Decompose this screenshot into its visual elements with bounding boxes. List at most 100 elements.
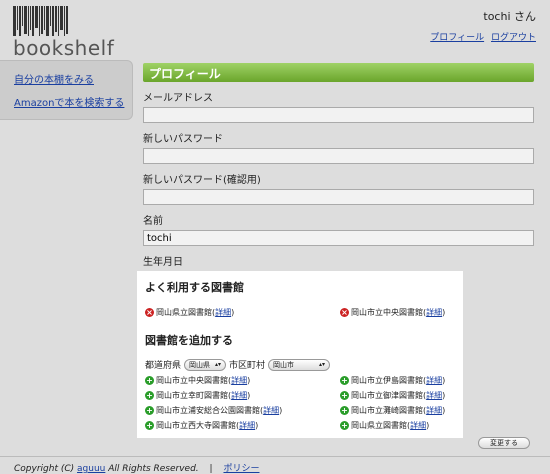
remove-icon[interactable]: × bbox=[145, 308, 154, 317]
library-name: 岡山市立中央図書館 bbox=[156, 376, 228, 385]
logout-link[interactable]: ログアウト bbox=[491, 33, 536, 43]
author-link[interactable]: aguuu bbox=[77, 464, 105, 474]
list-item: + 岡山市立浦安総合公園図書館(詳細) bbox=[145, 405, 283, 416]
copyright-prefix: Copyright (C) bbox=[14, 464, 75, 474]
email-label: メールアドレス bbox=[143, 93, 213, 104]
detail-link[interactable]: 詳細 bbox=[426, 390, 442, 401]
sidebar-item-amazon-search[interactable]: Amazonで本を検索する bbox=[14, 94, 132, 109]
detail-link[interactable]: 詳細 bbox=[426, 375, 442, 386]
city-label: 市区町村 bbox=[229, 361, 266, 371]
logo-bar bbox=[60, 6, 63, 30]
new-password-field[interactable] bbox=[143, 148, 534, 164]
name-label: 名前 bbox=[143, 216, 163, 227]
library-name: 岡山市立西大寺図書館 bbox=[156, 421, 236, 430]
logo-bar bbox=[41, 6, 43, 34]
section-title: プロフィール bbox=[143, 63, 534, 82]
confirm-password-label: 新しいパスワード(確認用) bbox=[143, 175, 261, 186]
list-item: × 岡山県立図書館(詳細) bbox=[145, 307, 235, 318]
city-value: 岡山市 bbox=[273, 360, 295, 369]
list-item: + 岡山県立図書館(詳細) bbox=[340, 420, 430, 431]
add-icon[interactable]: + bbox=[145, 376, 154, 385]
add-icon[interactable]: + bbox=[145, 406, 154, 415]
logo-bar bbox=[30, 6, 31, 30]
logo-bar bbox=[35, 6, 38, 28]
add-icon[interactable]: + bbox=[340, 406, 349, 415]
remove-icon[interactable]: × bbox=[340, 308, 349, 317]
logo-bar bbox=[52, 6, 54, 36]
footer-separator: | bbox=[209, 464, 213, 474]
chevron-down-icon: ▴▾ bbox=[319, 361, 326, 368]
logo-bar bbox=[13, 6, 16, 36]
user-links: プロフィール ログアウト bbox=[426, 30, 536, 43]
detail-link[interactable]: 詳細 bbox=[231, 375, 247, 386]
add-library-list: + 岡山市立中央図書館(詳細) + 岡山市立伊島図書館(詳細) + 岡山市立幸町図書館… bbox=[145, 373, 455, 433]
birthday-label: 生年月日 bbox=[143, 257, 183, 268]
detail-link[interactable]: 詳細 bbox=[426, 405, 442, 416]
logo-bar bbox=[28, 6, 29, 36]
detail-link[interactable]: 詳細 bbox=[263, 405, 279, 416]
new-password-label: 新しいパスワード bbox=[143, 134, 223, 145]
logo-bar bbox=[55, 6, 57, 32]
add-icon[interactable]: + bbox=[340, 376, 349, 385]
library-name: 岡山市立中央図書館 bbox=[351, 308, 423, 317]
name-field[interactable] bbox=[143, 230, 534, 246]
profile-link[interactable]: プロフィール bbox=[430, 33, 484, 43]
list-item: + 岡山市立御津図書館(詳細) bbox=[340, 390, 446, 401]
library-name: 岡山市立幸町図書館 bbox=[156, 391, 228, 400]
prefecture-label: 都道府県 bbox=[145, 361, 182, 371]
change-button[interactable]: 変更する bbox=[478, 437, 530, 449]
add-icon[interactable]: + bbox=[145, 421, 154, 430]
add-icon[interactable]: + bbox=[340, 421, 349, 430]
add-icon[interactable]: + bbox=[340, 391, 349, 400]
add-library-title: 図書館を追加する bbox=[145, 334, 233, 347]
logo-bar bbox=[46, 6, 49, 36]
user-area: tochi さん プロフィール ログアウト bbox=[426, 8, 536, 43]
favorites-title: よく利用する図書館 bbox=[145, 281, 244, 294]
logo-bar bbox=[58, 6, 59, 36]
detail-link[interactable]: 詳細 bbox=[231, 390, 247, 401]
list-item: + 岡山市立中央図書館(詳細) bbox=[145, 375, 251, 386]
policy-link[interactable]: ポリシー bbox=[223, 464, 259, 474]
prefecture-value: 岡山県 bbox=[189, 360, 211, 369]
prefecture-select[interactable]: 岡山県 ▴▾ bbox=[184, 358, 227, 371]
library-name: 岡山市立御津図書館 bbox=[351, 391, 423, 400]
list-item: + 岡山市立灘崎図書館(詳細) bbox=[340, 405, 446, 416]
detail-link[interactable]: 詳細 bbox=[215, 307, 231, 318]
library-name: 岡山県立図書館 bbox=[351, 421, 407, 430]
library-name: 岡山市立灘崎図書館 bbox=[351, 406, 423, 415]
logo-bar bbox=[17, 6, 18, 30]
detail-link[interactable]: 詳細 bbox=[410, 420, 426, 431]
sidebar: 自分の本棚をみる Amazonで本を検索する bbox=[0, 60, 133, 120]
add-icon[interactable]: + bbox=[145, 391, 154, 400]
logo-bar bbox=[24, 6, 27, 34]
confirm-password-field[interactable] bbox=[143, 189, 534, 205]
chevron-down-icon: ▴▾ bbox=[214, 361, 222, 368]
user-name: tochi さん bbox=[483, 10, 536, 23]
email-field[interactable] bbox=[143, 107, 534, 123]
library-name: 岡山市立伊島図書館 bbox=[351, 376, 423, 385]
logo-bar bbox=[32, 6, 34, 36]
list-item: + 岡山市立幸町図書館(詳細) bbox=[145, 390, 251, 401]
logo-bar bbox=[39, 6, 40, 36]
list-item: + 岡山市立西大寺図書館(詳細) bbox=[145, 420, 259, 431]
library-name: 岡山県立図書館 bbox=[156, 308, 212, 317]
region-selectors: 都道府県 岡山県 ▴▾ 市区町村 岡山市 ▴▾ bbox=[145, 358, 455, 371]
library-panel: よく利用する図書館 × 岡山県立図書館(詳細) × 岡山市立中央図書館(詳細) 図書… bbox=[137, 271, 463, 438]
detail-link[interactable]: 詳細 bbox=[239, 420, 255, 431]
rights-text: All Rights Reserved. bbox=[108, 464, 199, 474]
logo-bar bbox=[19, 6, 21, 36]
logo-bar bbox=[22, 6, 23, 26]
list-item: × 岡山市立中央図書館(詳細) bbox=[340, 307, 446, 318]
list-item: + 岡山市立伊島図書館(詳細) bbox=[340, 375, 446, 386]
logo-bar bbox=[66, 6, 68, 34]
sidebar-item-my-bookshelf[interactable]: 自分の本棚をみる bbox=[14, 71, 132, 86]
city-select[interactable]: 岡山市 ▴▾ bbox=[268, 358, 331, 371]
detail-link[interactable]: 詳細 bbox=[426, 307, 442, 318]
logo-text: bookshelf bbox=[13, 36, 115, 60]
logo-bar bbox=[50, 6, 51, 26]
bookshelf-logo: bookshelf bbox=[13, 6, 114, 60]
profile-form: プロフィール メールアドレス 新しいパスワード 新しいパスワード(確認用) 名前… bbox=[143, 63, 534, 286]
library-name: 岡山市立浦安総合公園図書館 bbox=[156, 406, 260, 415]
barcode-icon bbox=[13, 6, 103, 36]
logo-bar bbox=[44, 6, 45, 30]
